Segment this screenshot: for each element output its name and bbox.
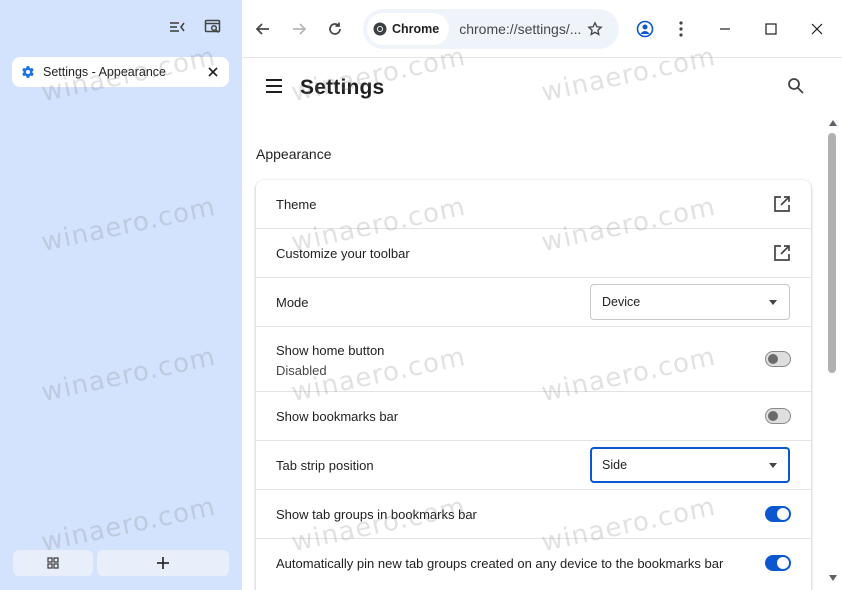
toggle-knob bbox=[777, 508, 789, 520]
external-link-icon[interactable] bbox=[773, 195, 791, 213]
appearance-card: Theme Customize your toolbar Mode Device… bbox=[256, 180, 811, 590]
show-tab-groups-label: Show tab groups in bookmarks bar bbox=[276, 507, 477, 522]
site-chip-label: Chrome bbox=[392, 22, 440, 36]
reload-icon bbox=[329, 22, 341, 35]
mode-select[interactable]: Device bbox=[590, 284, 790, 320]
maximize-icon bbox=[765, 23, 777, 35]
browser-toolbar: Chrome chrome://settings/... bbox=[242, 0, 842, 58]
tab-groups-button[interactable] bbox=[13, 550, 93, 576]
browser-content: Chrome chrome://settings/... Settings Ap… bbox=[242, 0, 842, 590]
more-vert-icon bbox=[679, 21, 683, 37]
toggle-knob bbox=[777, 557, 789, 569]
show-bookmarks-bar-label: Show bookmarks bar bbox=[276, 409, 399, 424]
new-tab-button[interactable] bbox=[97, 550, 229, 576]
search-icon bbox=[788, 78, 804, 94]
scroll-down-arrow-icon[interactable] bbox=[829, 575, 837, 581]
vertical-tab-strip: Settings - Appearance bbox=[0, 0, 242, 590]
mode-row: Mode Device bbox=[256, 278, 811, 327]
scroll-up-arrow-icon[interactable] bbox=[829, 120, 837, 126]
chevron-down-icon bbox=[769, 300, 777, 305]
tab-title: Settings - Appearance bbox=[43, 65, 166, 79]
site-info-chip[interactable]: Chrome bbox=[367, 13, 450, 45]
close-icon bbox=[208, 67, 218, 77]
plus-icon bbox=[157, 557, 169, 569]
tab-strip-position-select[interactable]: Side bbox=[590, 447, 790, 483]
arrow-right-icon bbox=[293, 23, 307, 35]
show-home-button-toggle[interactable] bbox=[765, 351, 791, 367]
gear-icon bbox=[20, 64, 36, 80]
page-title: Settings bbox=[300, 76, 385, 99]
customize-toolbar-row[interactable]: Customize your toolbar bbox=[256, 229, 811, 278]
theme-row[interactable]: Theme bbox=[256, 180, 811, 229]
grid-icon bbox=[47, 557, 59, 569]
settings-header: Settings bbox=[242, 58, 842, 120]
address-bar[interactable]: Chrome chrome://settings/... bbox=[363, 9, 619, 49]
page-scrollbar[interactable] bbox=[826, 120, 840, 590]
tab-search-button[interactable] bbox=[200, 14, 226, 40]
show-tab-groups-toggle[interactable] bbox=[765, 506, 791, 522]
close-tab-button[interactable] bbox=[205, 64, 221, 80]
tab-search-icon bbox=[204, 19, 221, 34]
forward-button[interactable] bbox=[286, 16, 312, 42]
show-bookmarks-bar-toggle[interactable] bbox=[765, 408, 791, 424]
scroll-thumb[interactable] bbox=[828, 133, 836, 373]
theme-label: Theme bbox=[276, 197, 317, 212]
tab-settings-appearance[interactable]: Settings - Appearance bbox=[12, 57, 229, 87]
show-home-button-label: Show home button bbox=[276, 343, 385, 358]
toggle-knob bbox=[768, 411, 778, 421]
tab-strip-position-value: Side bbox=[602, 458, 628, 472]
close-icon bbox=[811, 23, 823, 35]
section-title: Appearance bbox=[256, 146, 332, 162]
bookmark-star-button[interactable] bbox=[583, 17, 607, 41]
external-link-icon[interactable] bbox=[773, 244, 791, 262]
toggle-knob bbox=[768, 354, 778, 364]
show-bookmarks-bar-row[interactable]: Show bookmarks bar bbox=[256, 392, 811, 441]
customize-toolbar-label: Customize your toolbar bbox=[276, 246, 410, 261]
collapse-icon bbox=[170, 22, 185, 32]
minimize-icon bbox=[720, 28, 730, 30]
profile-button[interactable] bbox=[632, 16, 658, 42]
collapse-tabs-button[interactable] bbox=[164, 14, 190, 40]
arrow-left-icon bbox=[255, 23, 269, 35]
auto-pin-tab-groups-row[interactable]: Automatically pin new tab groups created… bbox=[256, 539, 811, 588]
chevron-down-icon bbox=[769, 463, 777, 468]
reload-button[interactable] bbox=[322, 16, 348, 42]
profile-icon bbox=[636, 20, 654, 38]
settings-search-button[interactable] bbox=[787, 77, 809, 99]
chrome-logo-icon bbox=[373, 22, 387, 36]
menu-button[interactable] bbox=[668, 16, 694, 42]
show-tab-groups-row[interactable]: Show tab groups in bookmarks bar bbox=[256, 490, 811, 539]
auto-pin-tab-groups-toggle[interactable] bbox=[765, 555, 791, 571]
mode-label: Mode bbox=[276, 295, 309, 310]
star-icon bbox=[587, 21, 603, 36]
auto-pin-tab-groups-label: Automatically pin new tab groups created… bbox=[276, 556, 724, 571]
close-window-button[interactable] bbox=[804, 16, 830, 42]
settings-menu-button[interactable] bbox=[264, 76, 286, 98]
show-home-button-row[interactable]: Show home button Disabled bbox=[256, 327, 811, 392]
mode-select-value: Device bbox=[602, 295, 641, 309]
tab-strip-position-row: Tab strip position Side bbox=[256, 441, 811, 490]
back-button[interactable] bbox=[250, 16, 276, 42]
maximize-button[interactable] bbox=[758, 16, 784, 42]
show-home-button-sublabel: Disabled bbox=[276, 363, 327, 378]
url-text: chrome://settings/... bbox=[459, 21, 582, 37]
tab-strip-position-label: Tab strip position bbox=[276, 458, 374, 473]
hamburger-icon bbox=[266, 79, 282, 93]
minimize-button[interactable] bbox=[712, 16, 738, 42]
